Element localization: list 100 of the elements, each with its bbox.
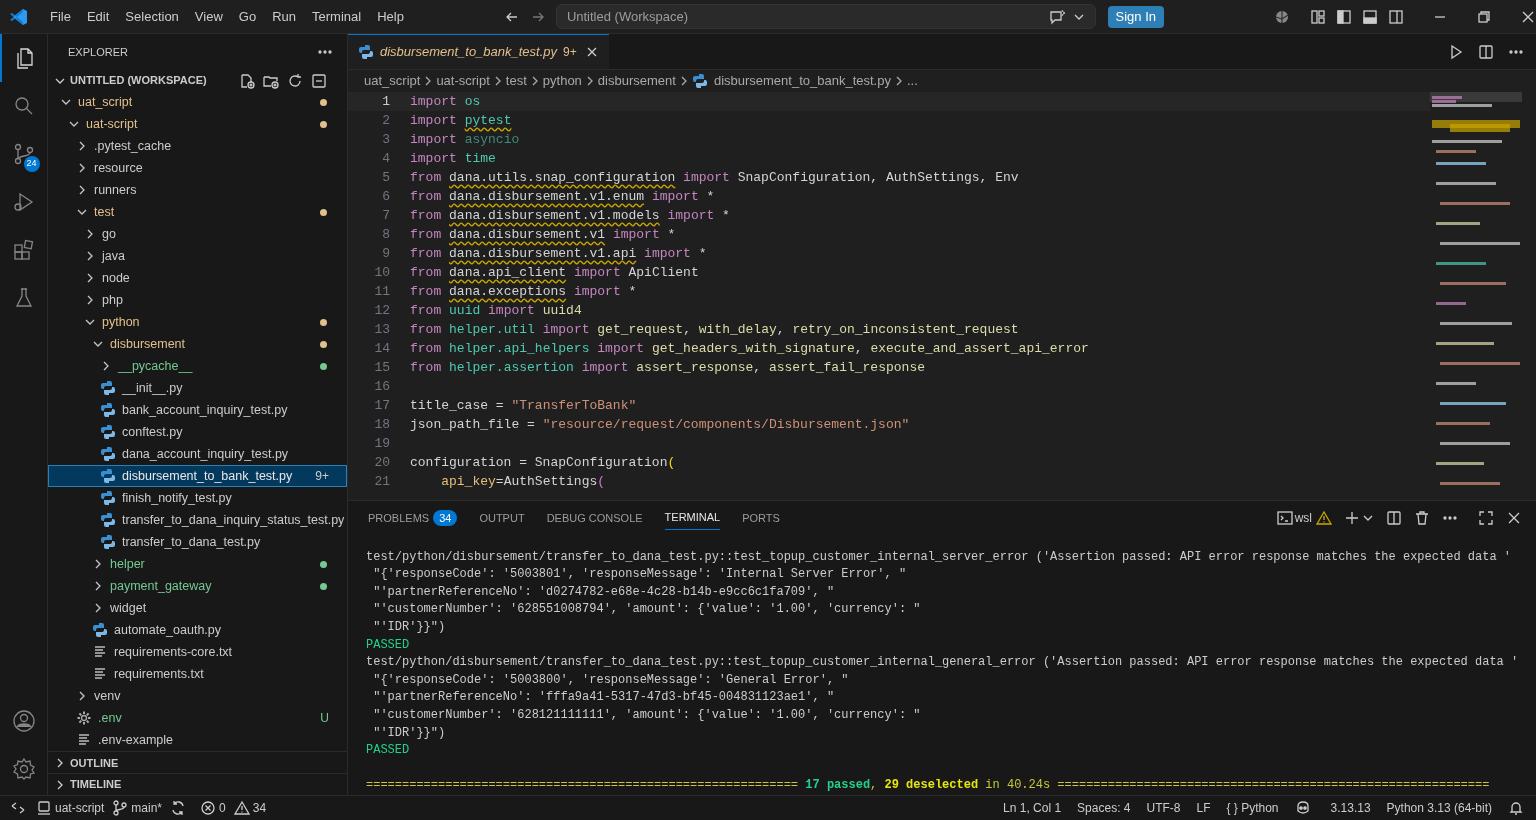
remote-icon[interactable]	[10, 800, 26, 816]
restore-icon[interactable]	[1476, 8, 1492, 25]
tree-item[interactable]: transfer_to_dana_inquiry_status_test.py	[48, 509, 347, 532]
tree-item[interactable]: dana_account_inquiry_test.py	[48, 443, 347, 466]
tree-item[interactable]: finish_notify_test.py	[48, 487, 347, 510]
line-number: 10	[373, 263, 390, 282]
menu-item[interactable]: Help	[369, 2, 412, 31]
activity-item[interactable]: 24	[0, 130, 48, 178]
status-item[interactable]: uat-script	[36, 799, 105, 817]
breadcrumb-item[interactable]: python	[542, 71, 582, 91]
tree-item[interactable]: conftest.py	[48, 421, 347, 444]
menu-item[interactable]: Go	[230, 2, 265, 31]
breadcrumb-item[interactable]: uat-script	[436, 71, 490, 91]
tree-item[interactable]: python	[48, 311, 347, 334]
tree-item[interactable]: resource	[48, 157, 347, 180]
tree-item[interactable]: payment_gateway	[48, 575, 347, 598]
trash-icon[interactable]	[1414, 509, 1430, 526]
status-item[interactable]: Ln 1, Col 1	[1003, 799, 1062, 817]
sync-icon[interactable]	[170, 800, 187, 816]
tree-item[interactable]: node	[48, 267, 347, 290]
tree-item[interactable]: uat_script	[48, 91, 347, 114]
toggle-sidebar-icon[interactable]	[1336, 8, 1352, 25]
search-field[interactable]: Untitled (Workspace)	[555, 4, 1096, 29]
menu-item[interactable]: Run	[264, 2, 304, 31]
panel-tab[interactable]: TERMINAL	[664, 505, 721, 530]
tree-item[interactable]: automate_oauth.py	[48, 619, 347, 642]
menu-item[interactable]: Selection	[117, 2, 187, 31]
split-editor-icon[interactable]	[1478, 43, 1494, 60]
workspace-header[interactable]: UNTITLED (WORKSPACE)	[48, 69, 347, 92]
breadcrumb-item[interactable]: test	[505, 71, 527, 91]
code-line: import os	[410, 92, 481, 111]
warning-icon[interactable]	[1316, 509, 1332, 526]
menu-item[interactable]: Terminal	[304, 2, 370, 31]
line-number: 9	[381, 244, 390, 263]
tree-item[interactable]: __init__.py	[48, 377, 347, 400]
panel-tab[interactable]: PROBLEMS 34	[368, 505, 458, 530]
tree-item[interactable]: test	[48, 201, 347, 224]
plus-icon[interactable]	[1344, 509, 1360, 526]
tree-item[interactable]: .pytest_cache	[48, 135, 347, 158]
tree-item[interactable]: disbursement	[48, 333, 347, 356]
status-item[interactable]: 0	[200, 799, 226, 817]
tree-item[interactable]: venv	[48, 685, 347, 708]
terminal-icon[interactable]	[1276, 509, 1293, 526]
breadcrumb-item[interactable]: disbursement	[597, 71, 676, 91]
toggle-panel-icon[interactable]	[1362, 8, 1378, 25]
file-type-icon	[100, 490, 116, 507]
layout-icon[interactable]	[1310, 8, 1326, 25]
breadcrumb-item[interactable]: ...	[906, 71, 918, 91]
tree-item[interactable]: php	[48, 289, 347, 312]
tree-item[interactable]: .env U	[48, 707, 347, 730]
toggle-secondary-sidebar-icon[interactable]	[1388, 8, 1404, 25]
tree-item[interactable]: widget	[48, 597, 347, 620]
breadcrumb-item[interactable]: disbursement_to_bank_test.py	[713, 71, 891, 91]
status-item[interactable]: UTF-8	[1146, 799, 1181, 817]
status-item[interactable]: Spaces: 4	[1077, 799, 1131, 817]
file-type-icon	[100, 424, 116, 441]
panel-tab[interactable]: OUTPUT	[479, 505, 525, 530]
terminal-line: test/python/disbursement/transfer_to_dana_test.py::test_topup_customer_internal_server_error ('Assertion passed: API error response matches the expected data '	[366, 548, 1512, 566]
tree-item[interactable]: bank_account_inquiry_test.py	[48, 399, 347, 422]
section-header[interactable]: OUTLINE	[48, 751, 347, 774]
tree-item[interactable]: java	[48, 245, 347, 268]
tree-item[interactable]: .env-example	[48, 729, 347, 752]
tree-item[interactable]: requirements.txt	[48, 663, 347, 686]
tree-item[interactable]: requirements-core.txt	[48, 641, 347, 664]
terminal-name[interactable]: wsl	[1294, 508, 1312, 527]
collapse-all-icon[interactable]	[311, 72, 327, 89]
menu-item[interactable]: View	[186, 2, 231, 31]
split-icon[interactable]	[1386, 509, 1402, 526]
chat-icon[interactable]	[1048, 8, 1065, 25]
settings-icon[interactable]	[11, 757, 36, 781]
code-line: from helper.util import get_request, with_delay, retry_on_inconsistent_request	[410, 320, 1019, 339]
tree-item[interactable]: transfer_to_dana_test.py	[48, 531, 347, 554]
tree-item[interactable]: __pycache__	[48, 355, 347, 378]
new-file-icon[interactable]	[239, 72, 255, 89]
menu-item[interactable]: File	[42, 2, 79, 31]
error-icon	[200, 800, 217, 816]
panel-tab[interactable]: PORTS	[742, 505, 780, 530]
breadcrumb-item[interactable]: uat_script	[364, 71, 421, 91]
tree-item[interactable]: disbursement_to_bank_test.py 9+	[48, 465, 347, 488]
code-line: from dana.exceptions import *	[410, 282, 637, 301]
status-item[interactable]: 34	[233, 799, 267, 817]
status-item[interactable]: LF	[1196, 799, 1211, 817]
maximize-icon[interactable]	[1478, 509, 1494, 526]
status-item[interactable]: main*	[112, 799, 163, 817]
run-icon[interactable]	[1448, 43, 1464, 60]
tree-item[interactable]: runners	[48, 179, 347, 202]
editor-tab[interactable]: disbursement_to_bank_test.py 9+	[348, 34, 609, 69]
account-icon[interactable]	[11, 709, 36, 733]
copilot-icon[interactable]	[1294, 800, 1311, 816]
status-item[interactable]: Python 3.13 (64-bit)	[1386, 799, 1492, 817]
sign-in-button[interactable]: Sign In	[1107, 5, 1164, 28]
refresh-icon[interactable]	[287, 72, 303, 89]
bell-icon[interactable]	[1508, 800, 1524, 816]
tree-item[interactable]: helper	[48, 553, 347, 576]
status-item[interactable]: { } Python	[1226, 799, 1279, 817]
tree-item[interactable]: uat-script	[48, 113, 347, 136]
status-item[interactable]: 3.13.13	[1330, 799, 1371, 817]
panel-tab[interactable]: DEBUG CONSOLE	[546, 505, 643, 530]
tree-item[interactable]: go	[48, 223, 347, 246]
menu-item[interactable]: Edit	[78, 2, 118, 31]
